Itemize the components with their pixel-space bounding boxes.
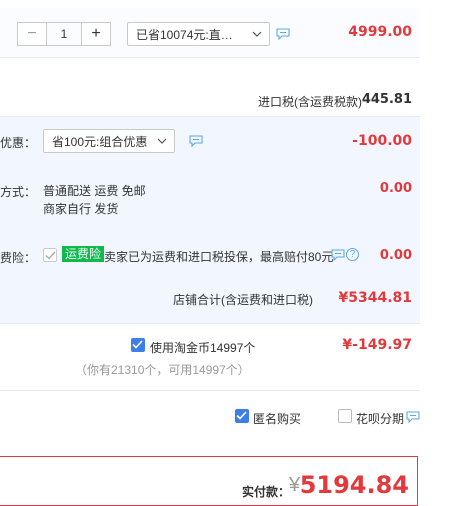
- item-row: − 1 + 已省10074元:直… 4999.00: [0, 8, 420, 58]
- discount-label: 优惠：: [0, 136, 37, 150]
- payment-total: 5194.84: [299, 471, 409, 499]
- divider: [0, 390, 420, 391]
- divider: [0, 323, 420, 324]
- coins-label: 使用淘金币14997个: [150, 341, 256, 355]
- shipping-method: 普通配送 运费 免邮: [43, 184, 146, 198]
- shipping-sender: 商家自行 发货: [43, 202, 119, 216]
- payment-label: 实付款：: [242, 485, 291, 499]
- chevron-down-icon: [252, 31, 262, 37]
- quantity-input[interactable]: 1: [47, 22, 81, 46]
- coins-value: ¥-149.97: [342, 337, 412, 353]
- decrease-button[interactable]: −: [17, 22, 47, 46]
- chat-icon[interactable]: [189, 135, 203, 147]
- coins-checkbox[interactable]: [131, 338, 145, 352]
- divider: [0, 116, 420, 117]
- anonymous-label: 匿名购买: [253, 412, 302, 426]
- discount-select[interactable]: 省100元:组合优惠: [43, 129, 175, 153]
- insurance-label: 费险：: [0, 251, 37, 265]
- currency-symbol: ¥: [289, 474, 301, 496]
- promo-select-value: 已省10074元:直…: [136, 27, 233, 42]
- increase-button[interactable]: +: [81, 22, 111, 46]
- chat-icon[interactable]: [406, 411, 420, 423]
- huabei-label: 花呗分期: [356, 412, 405, 426]
- store-total-value: ¥5344.81: [338, 290, 412, 306]
- check-icon: [236, 411, 247, 420]
- insurance-text: 卖家已为运费和进口税投保，最高赔付80元: [104, 250, 334, 264]
- import-tax-value: 445.81: [361, 92, 412, 107]
- order-panel: − 1 + 已省10074元:直… 4999.00 进口税(含运费税款) 445…: [0, 0, 420, 506]
- item-price: 4999.00: [348, 24, 412, 40]
- anonymous-checkbox[interactable]: [235, 409, 249, 423]
- coins-note: （你有21310个，可用14997个）: [75, 363, 250, 377]
- chat-icon[interactable]: [331, 249, 345, 261]
- shipping-value: 0.00: [379, 181, 412, 196]
- chat-icon[interactable]: [276, 28, 290, 40]
- quantity-stepper: − 1 +: [17, 22, 111, 46]
- discount-select-value: 省100元:组合优惠: [52, 134, 148, 149]
- huabei-checkbox[interactable]: [338, 409, 352, 423]
- payment-summary: 实付款： ¥ 5194.84: [0, 456, 418, 506]
- import-tax-label: 进口税(含运费税款): [258, 95, 362, 109]
- insurance-value: 0.00: [379, 248, 412, 263]
- help-icon[interactable]: ?: [346, 248, 359, 261]
- insurance-checkbox: [43, 248, 57, 262]
- check-icon: [45, 251, 56, 260]
- chevron-down-icon: [157, 138, 167, 144]
- check-icon: [132, 340, 143, 349]
- discount-value: -100.00: [352, 133, 412, 149]
- insurance-badge: 运费险: [62, 246, 105, 262]
- promo-select[interactable]: 已省10074元:直…: [127, 22, 270, 46]
- shipping-label: 方式：: [0, 185, 37, 199]
- store-total-label: 店铺合计(含运费和进口税): [173, 293, 313, 307]
